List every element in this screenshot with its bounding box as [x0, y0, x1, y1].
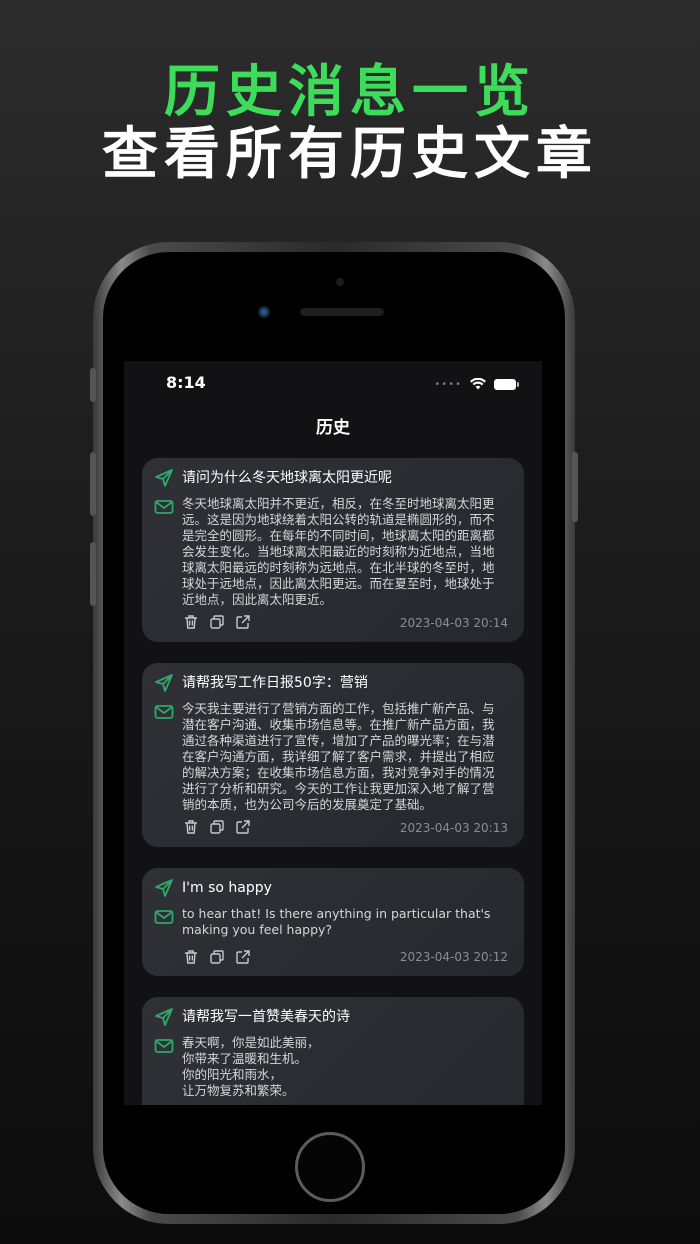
envelope-icon — [154, 704, 174, 724]
volume-up-button — [90, 452, 96, 516]
answer-text: to hear that! Is there anything in parti… — [182, 906, 491, 937]
share-icon[interactable] — [234, 948, 252, 966]
question-row: I'm so happy — [154, 878, 512, 902]
copy-icon[interactable] — [208, 948, 226, 966]
timestamp: 2023-04-03 20:12 — [399, 950, 508, 964]
envelope-icon — [154, 1038, 174, 1058]
paper-plane-icon — [154, 673, 174, 697]
timestamp: 2023-04-03 20:14 — [399, 616, 508, 630]
history-card[interactable]: 请帮我写工作日报50字：营销 今天我主要进行了营销方面的工作，包括推广新产品、与… — [142, 663, 524, 847]
trash-icon[interactable] — [182, 613, 200, 631]
answer-text: 冬天地球离太阳并不更近，相反，在冬至时地球离太阳更 远。这是因为地球绕着太阳公转… — [182, 496, 495, 607]
page-title: 历史 — [316, 418, 350, 438]
trash-icon[interactable] — [182, 948, 200, 966]
answer-text: 今天我主要进行了营销方面的工作，包括推广新产品、与 潜在客户沟通、收集市场信息等… — [182, 701, 495, 812]
status-time: 8:14 — [166, 373, 206, 392]
share-icon[interactable] — [234, 818, 252, 836]
answer-row: 冬天地球离太阳并不更近，相反，在冬至时地球离太阳更 远。这是因为地球绕着太阳公转… — [154, 496, 512, 608]
cellular-signal-icon: •••• — [434, 379, 462, 390]
status-icons: •••• — [434, 375, 519, 394]
card-actions — [182, 818, 252, 836]
answer-row: 今天我主要进行了营销方面的工作，包括推广新产品、与 潜在客户沟通、收集市场信息等… — [154, 701, 512, 813]
question-row: 请帮我写一首赞美春天的诗 — [154, 1007, 512, 1031]
trash-icon[interactable] — [182, 818, 200, 836]
history-card[interactable]: 请问为什么冬天地球离太阳更近呢 冬天地球离太阳并不更近，相反，在冬至时地球离太阳… — [142, 458, 524, 642]
answer-row: 春天啊，你是如此美丽， 你带来了温暖和生机。 你的阳光和雨水， 让万物复苏和繁荣… — [154, 1035, 512, 1099]
history-card[interactable]: I'm so happy to hear that! Is there anyt… — [142, 868, 524, 976]
envelope-icon — [154, 499, 174, 519]
front-camera — [258, 306, 270, 318]
paper-plane-icon — [154, 878, 174, 902]
copy-icon[interactable] — [208, 613, 226, 631]
promo-subtitle: 查看所有历史文章 — [102, 122, 598, 187]
paper-plane-icon — [154, 468, 174, 492]
wifi-icon — [470, 375, 486, 394]
question-text: 请帮我写一首赞美春天的诗 — [182, 1009, 350, 1025]
home-button[interactable] — [295, 1132, 365, 1202]
answer-row: to hear that! Is there anything in parti… — [154, 906, 512, 938]
question-text: I'm so happy — [182, 880, 272, 896]
card-actions — [182, 948, 252, 966]
proximity-sensor — [336, 278, 344, 286]
promo-title: 历史消息一览 — [164, 60, 536, 125]
copy-icon[interactable] — [208, 818, 226, 836]
paper-plane-icon — [154, 1007, 174, 1031]
question-row: 请问为什么冬天地球离太阳更近呢 — [154, 468, 512, 492]
history-card[interactable]: 请帮我写一首赞美春天的诗 春天啊，你是如此美丽， 你带来了温暖和生机。 你的阳光… — [142, 997, 524, 1105]
battery-icon — [494, 379, 519, 390]
answer-text: 春天啊，你是如此美丽， 你带来了温暖和生机。 你的阳光和雨水， 让万物复苏和繁荣… — [182, 1035, 320, 1098]
timestamp: 2023-04-03 20:13 — [399, 821, 508, 835]
app-screen: 8:14 •••• 历史 请问为什么冬天地球离太阳更近呢 冬天地球离太阳并不更近… — [124, 361, 542, 1105]
power-button — [572, 452, 578, 522]
question-row: 请帮我写工作日报50字：营销 — [154, 673, 512, 697]
question-text: 请帮我写工作日报50字：营销 — [182, 675, 368, 691]
question-text: 请问为什么冬天地球离太阳更近呢 — [182, 470, 392, 486]
mute-switch — [90, 368, 96, 402]
volume-down-button — [90, 542, 96, 606]
envelope-icon — [154, 909, 174, 929]
earpiece-speaker — [300, 308, 384, 316]
share-icon[interactable] — [234, 613, 252, 631]
card-actions — [182, 613, 252, 631]
